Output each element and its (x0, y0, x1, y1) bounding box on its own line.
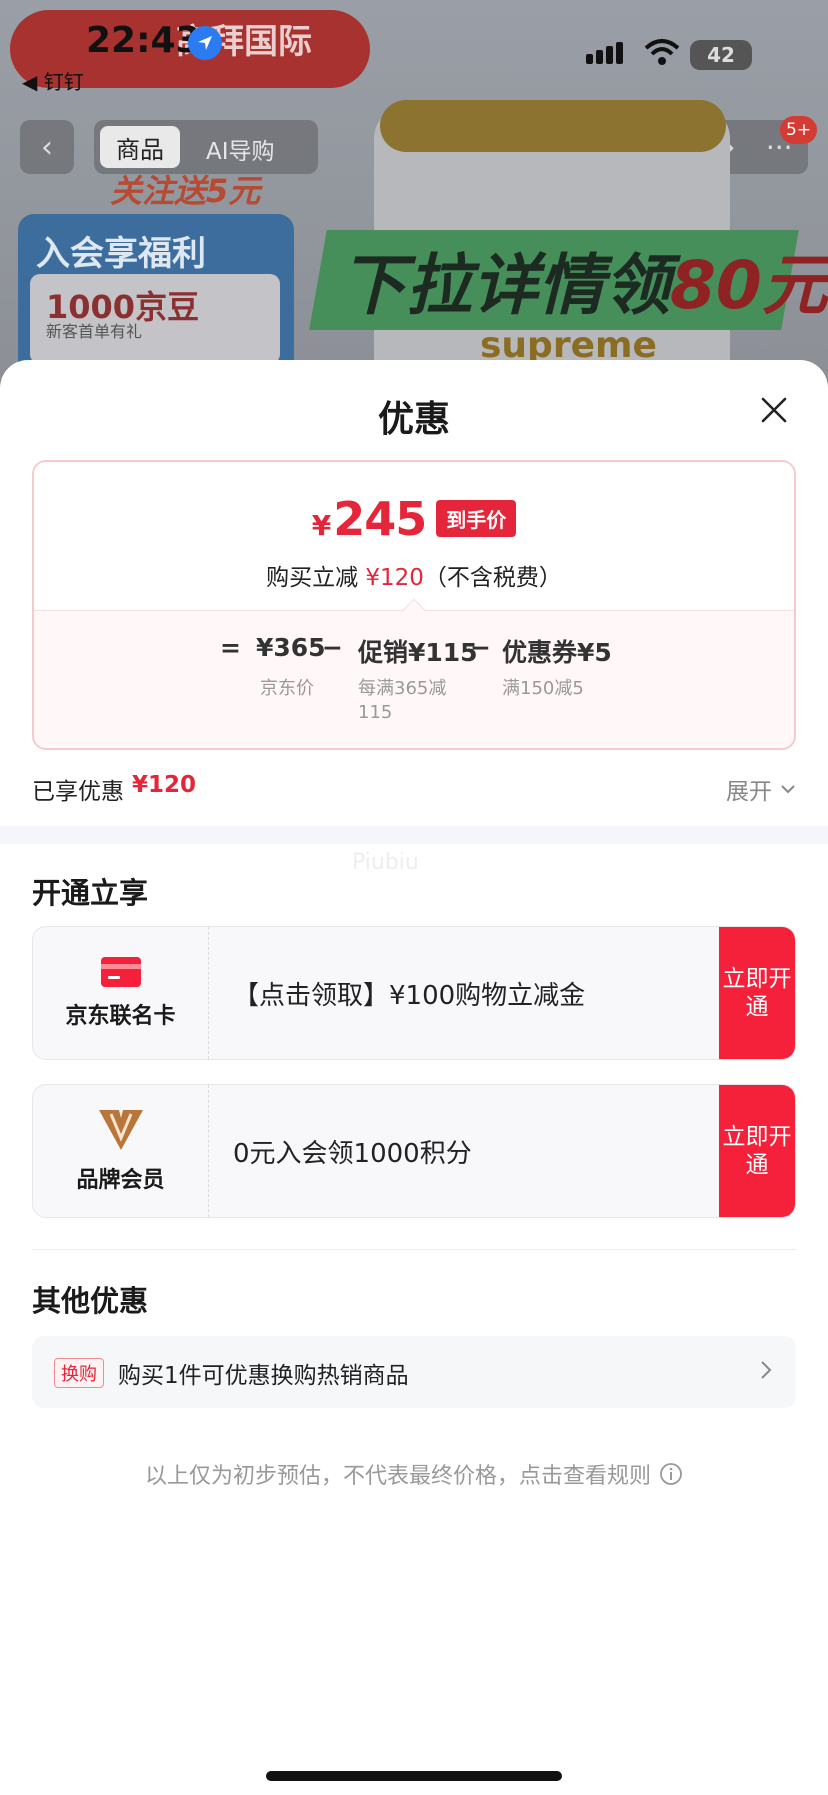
open-now-button[interactable]: 立即开通 (719, 927, 795, 1059)
formula-coupon: 优惠券¥5 (502, 638, 612, 667)
final-price: 245 (333, 492, 427, 546)
section-divider (0, 826, 828, 844)
formula-base-note: 京东价 (260, 678, 314, 699)
discount-sheet: 优惠 ¥ 245 到手价 购买立减 ¥120（不含税费） = ¥365 京东价 … (0, 360, 828, 1795)
gift-banner-text-a: 下拉详情领 (340, 247, 670, 324)
info-icon (660, 1463, 682, 1485)
disclaimer-link[interactable]: 以上仅为初步预估，不代表最终价格，点击查看规则 (0, 1458, 828, 1490)
background-product-page: 高拜国际 22:43 ◀ 钉钉 42 ‹ 商品 AI导购 ☆ ➦ ··· 5+ … (0, 0, 828, 380)
discount-summary-prefix: 购买立减 (266, 565, 359, 591)
formula-coupon-note: 满150减5 (502, 678, 584, 699)
benefit-left-label: 京东联名卡 (65, 1004, 176, 1029)
formula-promo-note-2: 115 (358, 702, 393, 723)
close-icon[interactable] (754, 390, 794, 430)
status-time: 22:43 (86, 20, 201, 61)
home-indicator[interactable] (266, 1771, 562, 1781)
formula-promo: 促销¥115 (358, 638, 478, 667)
formula-minus-2: − (470, 633, 491, 662)
enjoyed-value: ¥120 (132, 772, 197, 798)
gift-banner-text-b: 80元礼包 (670, 247, 828, 324)
discount-summary-suffix: （不含税费） (423, 565, 562, 591)
benefit-left-label: 品牌会员 (76, 1168, 165, 1193)
tab-product[interactable]: 商品 (100, 126, 180, 168)
trade-in-tag: 换购 (54, 1358, 104, 1388)
member-card-title: 入会享福利 (36, 234, 206, 274)
benefit-text: 0元入会领1000积分 (233, 1138, 472, 1169)
v-logo-icon (98, 1110, 143, 1150)
signal-icon (586, 42, 623, 64)
gift-banner-text: 下拉详情领80元礼包 (340, 232, 828, 328)
product-image-lid (380, 100, 726, 152)
trade-in-text: 购买1件可优惠换购热销商品 (118, 1363, 409, 1389)
watermark: Piubiu (352, 850, 419, 875)
final-price-tag: 到手价 (436, 500, 517, 537)
formula-promo-note: 每满365减 115 (358, 677, 446, 725)
back-arrow-icon[interactable]: ‹ (20, 120, 74, 174)
expand-button[interactable]: 展开 (726, 772, 796, 806)
price-formula: = ¥365 京东价 − 促销¥115 每满365减 115 − 优惠券¥5 满… (34, 610, 794, 748)
open-now-button[interactable]: 立即开通 (719, 1085, 795, 1217)
notification-badge: 5+ (780, 116, 818, 144)
battery-icon: 42 (690, 40, 752, 70)
currency-symbol: ¥ (311, 509, 332, 542)
open-section-title: 开通立享 (32, 876, 149, 910)
formula-equals: = (220, 633, 241, 662)
discount-summary-value: ¥120 (365, 565, 424, 591)
sheet-title: 优惠 (377, 399, 450, 440)
benefit-left: 品牌会员 (33, 1085, 209, 1217)
expand-label: 展开 (726, 779, 772, 805)
benefit-text: 【点击领取】¥100购物立减金 (233, 980, 586, 1011)
price-top: ¥ 245 到手价 购买立减 ¥120（不含税费） (34, 462, 794, 610)
benefit-card-brand-member[interactable]: 品牌会员 0元入会领1000积分 立即开通 (32, 1084, 796, 1218)
member-card-sub: 新客首单有礼 (46, 322, 143, 341)
card-icon (100, 957, 141, 987)
follow-promo: 关注送5元 (110, 172, 261, 210)
location-arrow-icon (188, 26, 222, 60)
formula-minus-1: − (322, 633, 343, 662)
benefit-card-cobrand[interactable]: 京东联名卡 【点击领取】¥100购物立减金 立即开通 (32, 926, 796, 1060)
final-price-line: ¥ 245 到手价 (34, 492, 794, 546)
chevron-down-icon (781, 785, 795, 794)
back-to-app-link[interactable]: ◀ 钉钉 (22, 66, 84, 95)
formula-promo-note-1: 每满365减 (358, 678, 447, 699)
thin-divider (32, 1249, 796, 1250)
tab-ai-guide[interactable]: AI导购 (206, 132, 275, 166)
benefit-left: 京东联名卡 (33, 927, 209, 1059)
wifi-icon (644, 38, 680, 70)
disclaimer-text: 以上仅为初步预估，不代表最终价格，点击查看规则 (144, 1464, 651, 1489)
other-section-title: 其他优惠 (32, 1284, 149, 1318)
trade-in-row[interactable]: 换购 购买1件可优惠换购热销商品 (32, 1336, 796, 1408)
enjoyed-discount-row: 已享优惠 ¥120 展开 (32, 766, 796, 806)
price-breakdown-box: ¥ 245 到手价 购买立减 ¥120（不含税费） = ¥365 京东价 − 促… (32, 460, 796, 750)
chevron-right-icon (761, 1361, 772, 1379)
discount-summary: 购买立减 ¥120（不含税费） (34, 558, 794, 592)
formula-base-price: ¥365 (256, 633, 326, 662)
enjoyed-label: 已享优惠 (32, 779, 124, 805)
